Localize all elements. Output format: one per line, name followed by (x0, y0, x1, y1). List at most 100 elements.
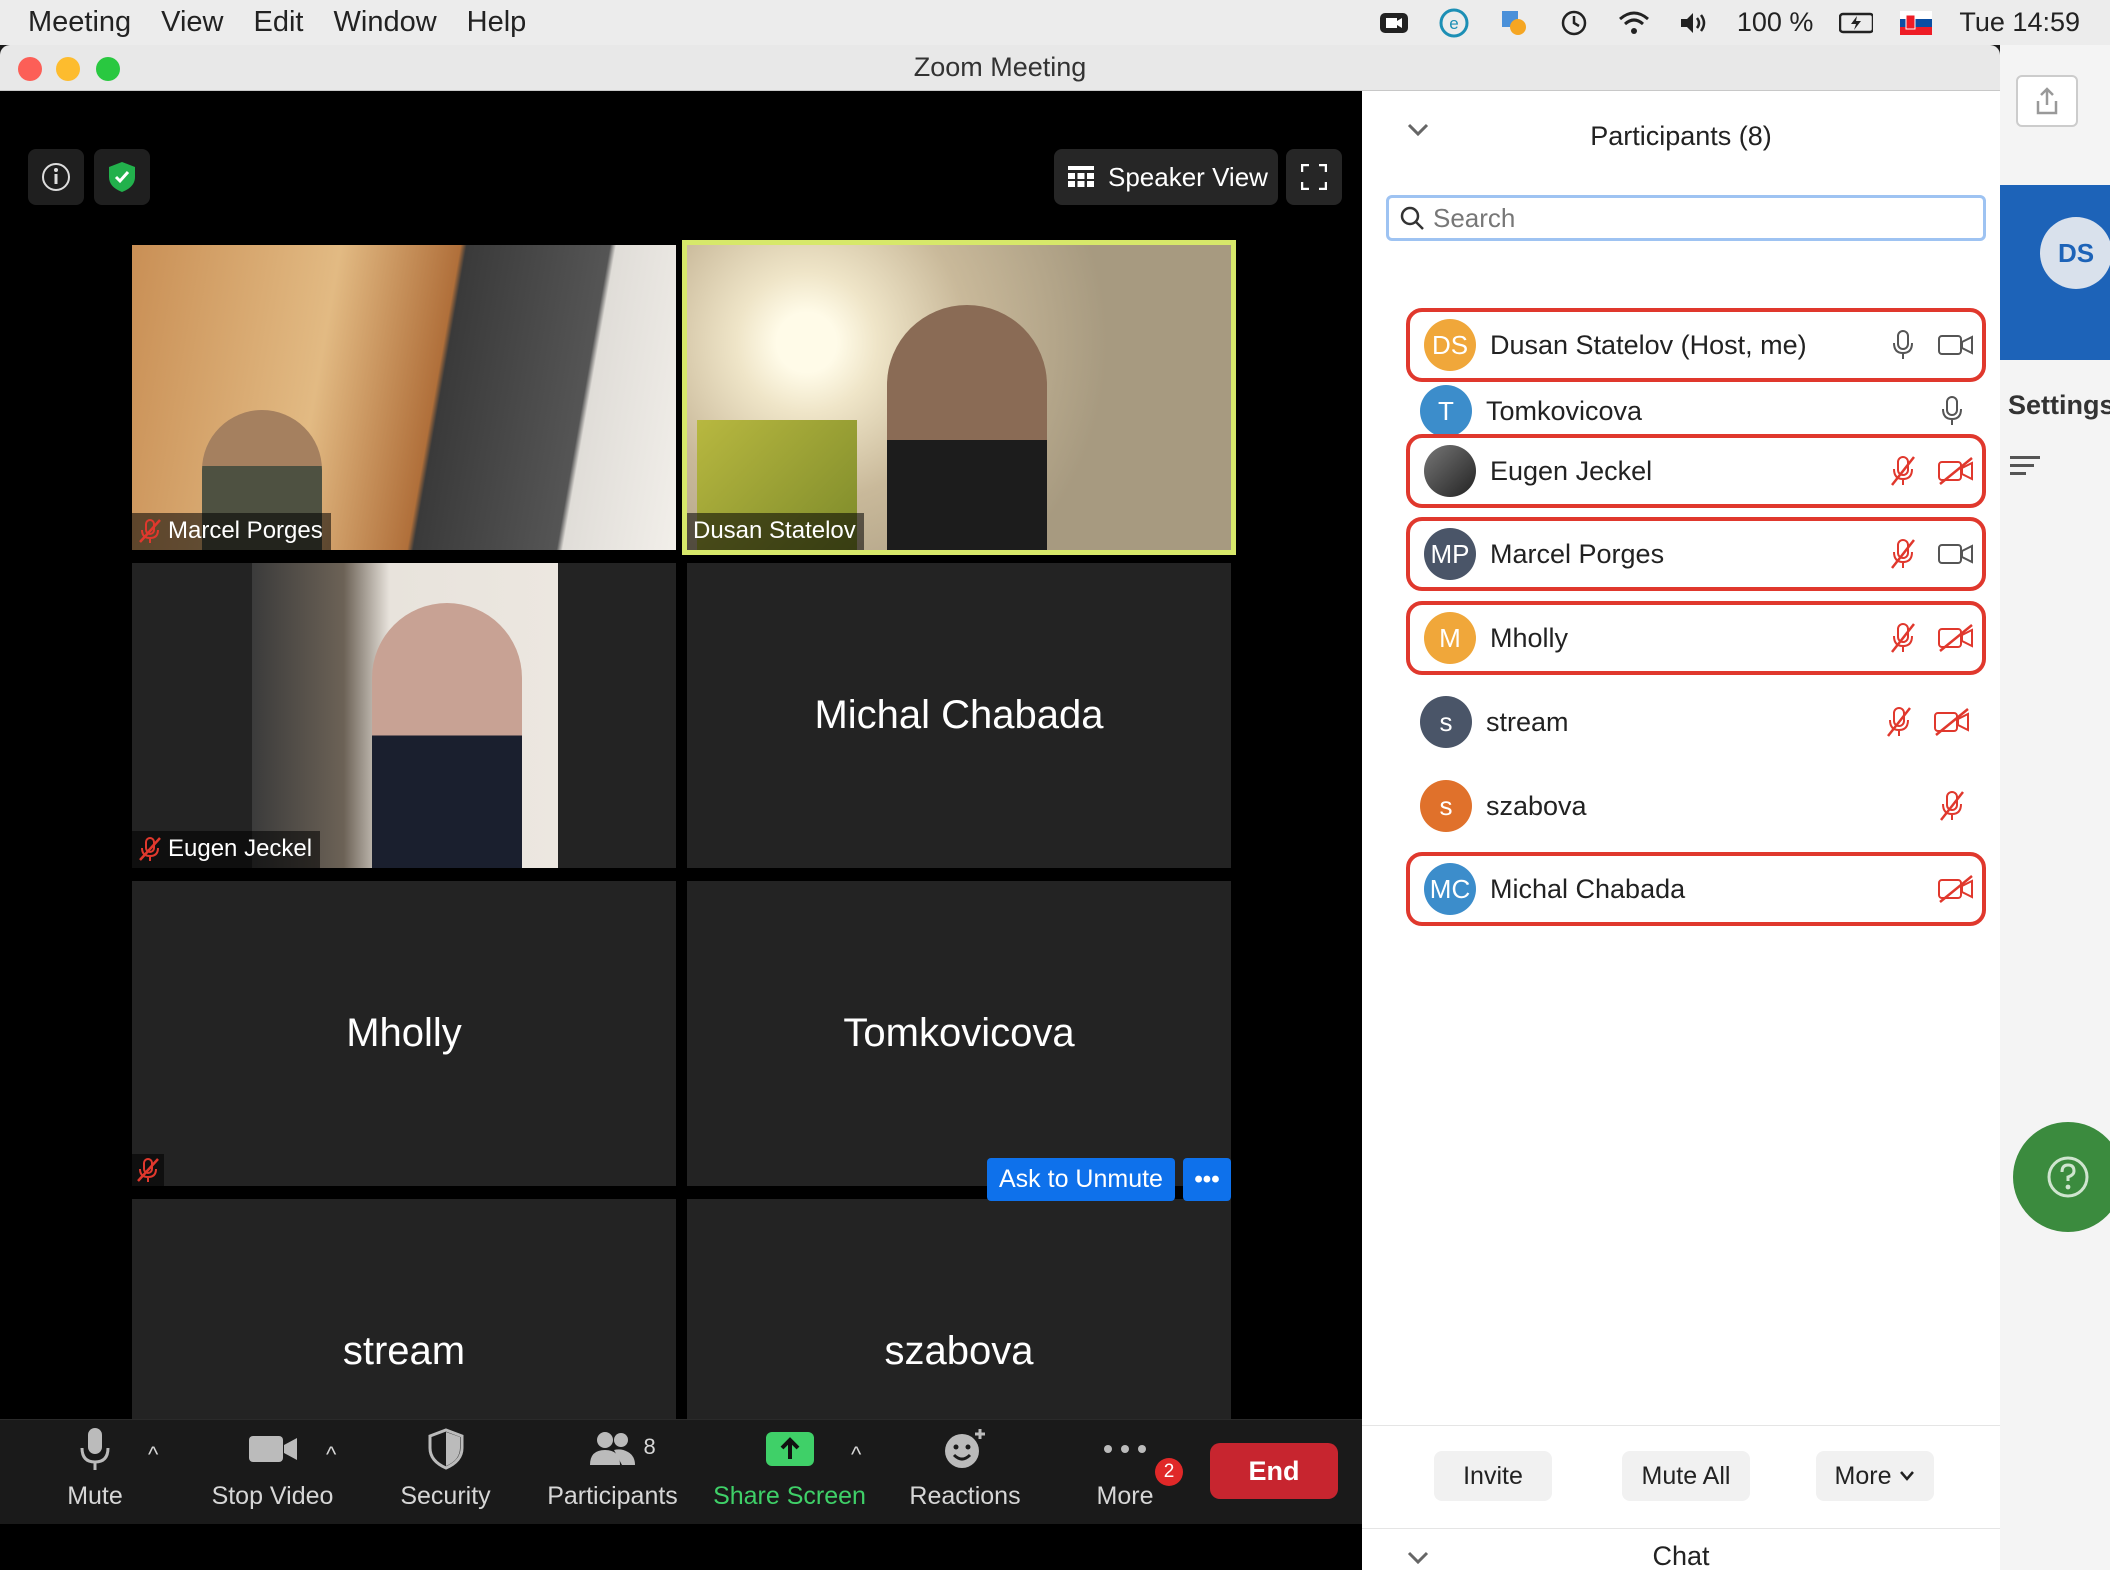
muted-mic-icon[interactable] (1888, 535, 1918, 573)
zoom-window-button[interactable] (96, 57, 120, 81)
muted-mic-icon (139, 519, 161, 543)
share-screen-label: Share Screen (713, 1482, 866, 1510)
avatar: MC (1424, 863, 1476, 915)
menu-window[interactable]: Window (334, 6, 437, 39)
mute-button[interactable]: Mute (50, 1420, 140, 1525)
participant-row-mholly[interactable]: M Mholly (1406, 601, 1986, 675)
participants-button[interactable]: 8 Participants (540, 1420, 685, 1525)
ask-to-unmute-button[interactable]: Ask to Unmute (987, 1158, 1175, 1201)
participant-row-michal-chabada[interactable]: MC Michal Chabada (1406, 852, 1986, 926)
zoom-tray-icon[interactable] (1377, 8, 1411, 38)
collapse-chevron-icon[interactable] (1407, 123, 1429, 142)
invite-button[interactable]: Invite (1434, 1451, 1552, 1501)
video-tile-eugen-jeckel[interactable]: Eugen Jeckel (132, 563, 676, 868)
tile-name: Tomkovicova (843, 1011, 1075, 1055)
reactions-button[interactable]: Reactions (905, 1420, 1025, 1525)
name-tag: Marcel Porges (132, 513, 331, 550)
panel-title: Participants (8) (1590, 120, 1772, 151)
end-meeting-button[interactable]: End (1210, 1443, 1338, 1499)
video-off-icon[interactable] (1936, 454, 1976, 488)
share-icon[interactable] (2016, 75, 2078, 127)
tile-more-options-button[interactable]: ••• (1183, 1158, 1231, 1201)
menu-help[interactable]: Help (467, 6, 527, 39)
tile-name: Michal Chabada (814, 693, 1104, 737)
chat-label: Chat (1652, 1541, 1710, 1570)
participant-row-szabova[interactable]: s szabova (1406, 769, 1986, 843)
participant-name: Marcel Porges (1490, 538, 1665, 569)
panel-more-label: More (1834, 1461, 1892, 1490)
menu-meeting[interactable]: Meeting (28, 6, 131, 39)
menu-lines-icon[interactable] (2010, 453, 2040, 482)
audio-options-caret-icon[interactable]: ^ (148, 1442, 158, 1468)
help-icon[interactable] (2013, 1122, 2110, 1232)
participant-name: Eugen Jeckel (1490, 455, 1653, 486)
share-options-caret-icon[interactable]: ^ (851, 1442, 861, 1468)
chat-chevron-icon[interactable] (1407, 1551, 1429, 1570)
speaker-view-button[interactable]: Speaker View (1054, 149, 1278, 205)
encryption-shield-button[interactable] (94, 149, 150, 205)
menu-edit[interactable]: Edit (254, 6, 304, 39)
volume-icon[interactable] (1677, 8, 1711, 38)
tile-name: Marcel Porges (168, 517, 323, 544)
mute-all-button[interactable]: Mute All (1622, 1451, 1750, 1501)
video-camera-icon[interactable] (1936, 537, 1976, 571)
participant-row-marcel-porges[interactable]: MP Marcel Porges (1406, 517, 1986, 591)
participant-figure (887, 305, 1047, 550)
video-tile-marcel-porges[interactable]: Marcel Porges (132, 245, 676, 550)
video-camera-icon[interactable] (1936, 328, 1976, 362)
participants-count: 8 (643, 1434, 656, 1459)
video-tile-mholly[interactable]: Mholly (132, 881, 676, 1186)
shield-icon (428, 1428, 463, 1470)
fullscreen-icon (1301, 164, 1327, 190)
muted-mic-icon (139, 837, 161, 861)
sync-icon[interactable] (1497, 8, 1531, 38)
microphone-icon[interactable] (1932, 394, 1972, 428)
time-machine-icon[interactable] (1557, 8, 1591, 38)
participants-label: Participants (547, 1482, 678, 1510)
muted-mic-icon[interactable] (1888, 452, 1918, 490)
microphone-icon[interactable] (1888, 326, 1918, 364)
video-off-icon[interactable] (1932, 705, 1972, 739)
participant-row-eugen-jeckel[interactable]: Eugen Jeckel (1406, 434, 1986, 508)
search-field[interactable] (1386, 195, 1986, 241)
close-window-button[interactable] (18, 57, 42, 81)
menu-view[interactable]: View (161, 6, 223, 39)
video-tile-michal-chabada[interactable]: Michal Chabada (687, 563, 1231, 868)
video-tile-dusan-statelov[interactable]: Dusan Statelov (682, 240, 1236, 555)
avatar: T (1420, 385, 1472, 437)
avatar[interactable]: DS (2040, 217, 2110, 289)
security-label: Security (400, 1482, 491, 1510)
input-source-flag-icon[interactable] (1899, 8, 1933, 38)
minimize-window-button[interactable] (56, 57, 80, 81)
name-tag: Eugen Jeckel (132, 831, 321, 868)
video-options-caret-icon[interactable]: ^ (326, 1442, 336, 1468)
search-input[interactable] (1433, 202, 1953, 234)
battery-icon[interactable] (1839, 8, 1874, 38)
stop-video-button[interactable]: Stop Video (200, 1420, 345, 1525)
window-title: Zoom Meeting (913, 52, 1087, 82)
e-app-icon[interactable]: e (1437, 8, 1471, 38)
wifi-icon[interactable] (1617, 8, 1651, 38)
menubar-clock[interactable]: Tue 14:59 (1959, 7, 2080, 38)
security-button[interactable]: Security (388, 1420, 503, 1525)
tile-name: Eugen Jeckel (168, 835, 313, 862)
fullscreen-button[interactable] (1286, 149, 1342, 205)
muted-mic-icon[interactable] (1888, 619, 1918, 657)
reactions-label: Reactions (909, 1482, 1021, 1510)
meeting-info-button[interactable] (28, 149, 84, 205)
participant-row-dusan-statelov[interactable]: DS Dusan Statelov (Host, me) (1406, 308, 1986, 382)
video-off-icon[interactable] (1936, 621, 1976, 655)
participant-name: Michal Chabada (1490, 873, 1686, 904)
participant-figure (372, 603, 522, 868)
participant-row-stream[interactable]: s stream (1406, 685, 1986, 759)
tile-name: Dusan Statelov (693, 517, 856, 544)
share-screen-button[interactable]: Share Screen (712, 1420, 867, 1525)
avatar: M (1424, 612, 1476, 664)
video-gallery: Speaker View Marcel Porges Dusan Statelo… (0, 91, 1362, 1570)
panel-more-button[interactable]: More (1816, 1451, 1934, 1501)
settings-label[interactable]: Settings (2008, 390, 2110, 421)
video-off-icon[interactable] (1936, 872, 1976, 906)
muted-mic-icon[interactable] (1932, 789, 1972, 823)
muted-mic-icon[interactable] (1884, 703, 1914, 741)
video-tile-tomkovicova[interactable]: Tomkovicova (687, 881, 1231, 1186)
